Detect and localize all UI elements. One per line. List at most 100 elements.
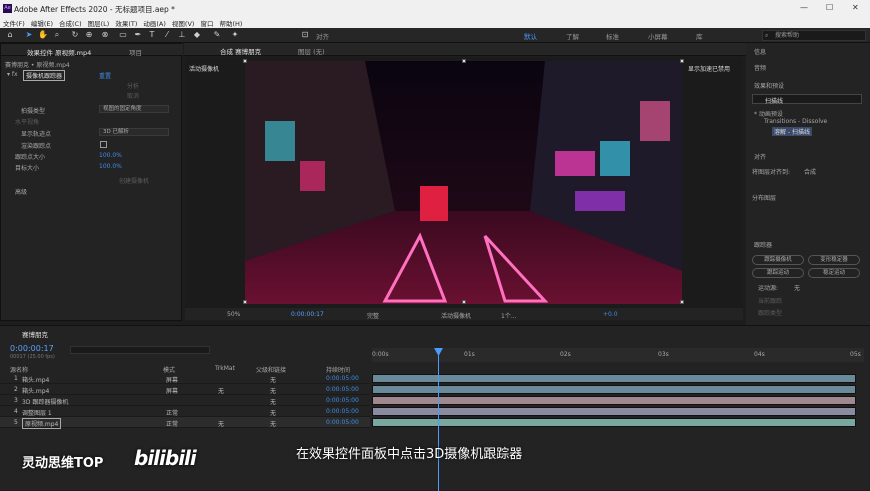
views-select[interactable]: 1个...	[501, 311, 517, 320]
brush-tool-icon[interactable]: ⁄	[162, 30, 172, 40]
pan-behind-icon[interactable]: ⊗	[100, 30, 110, 40]
effects-search-input[interactable]: 扫描线	[752, 94, 862, 105]
col-trkmat: TrkMat	[215, 365, 235, 372]
tab-timeline-comp[interactable]: 赛博朋克	[22, 329, 48, 339]
window-title: Adobe After Effects 2020 - 无标题项目.aep *	[14, 5, 175, 14]
type-tool-icon[interactable]: T	[147, 30, 157, 40]
current-time-indicator[interactable]	[438, 348, 439, 491]
audio-panel-title[interactable]: 音频	[754, 63, 766, 72]
tracker-panel-title[interactable]: 跟踪器	[754, 240, 772, 249]
ae-logo-icon: Ae	[3, 4, 12, 13]
align-panel-title[interactable]: 对齐	[754, 152, 766, 161]
advanced-section[interactable]: 高级	[15, 187, 27, 196]
city-street-image	[245, 61, 682, 304]
tab-effect-controls[interactable]: 效果控件 原视频.mp4	[27, 47, 91, 57]
frame-handle[interactable]	[680, 300, 684, 304]
track-type-label: 跟踪类型	[758, 310, 783, 317]
shoot-type-select[interactable]: 视图的固定角度	[99, 105, 169, 113]
timeline-search-input[interactable]	[70, 346, 210, 354]
layer-row[interactable]: 5 原视频.mp4 正常 无 无 0:00:05:00	[0, 417, 370, 429]
pen-tool-icon[interactable]: ✒	[133, 30, 143, 40]
layer-bar[interactable]	[372, 374, 856, 383]
show-points-select[interactable]: 3D 已解析	[99, 128, 169, 136]
title-bar: Ae Adobe After Effects 2020 - 无标题项目.aep …	[0, 0, 870, 17]
cancel-button[interactable]: 取消	[127, 91, 139, 100]
minimize-icon[interactable]: —	[800, 3, 808, 12]
warp-stabilizer-button[interactable]: 变形稳定器	[808, 255, 860, 265]
track-motion-button[interactable]: 跟踪运动	[752, 268, 804, 278]
align-to-select[interactable]: 合成	[804, 167, 816, 176]
stamp-tool-icon[interactable]: ⊥	[177, 30, 187, 40]
exposure-value[interactable]: +0.0	[603, 311, 618, 318]
frame-handle[interactable]	[462, 300, 466, 304]
motion-source-select[interactable]: 无	[794, 283, 800, 292]
distribute-layers-label: 分布图层	[752, 195, 777, 202]
tab-composition[interactable]: 合成 赛博朋克	[220, 46, 261, 56]
layer-row[interactable]: 2 箱头.mp4 屏幕 无 无 0:00:05:00	[0, 384, 370, 395]
rotate-tool-icon[interactable]: ↻	[70, 30, 80, 40]
viewer-timecode[interactable]: 0:00:00:17	[291, 311, 324, 318]
zoom-select[interactable]: 50%	[227, 311, 240, 318]
render-points-checkbox[interactable]	[100, 141, 107, 148]
time-ruler[interactable]: 0:00s 01s 02s 03s 04s 05s	[372, 348, 864, 362]
maximize-icon[interactable]: ☐	[826, 3, 833, 12]
current-track-label: 当前跟踪	[758, 298, 783, 305]
quality-select[interactable]: 完整	[367, 311, 379, 320]
effects-presets-title[interactable]: 效果和预设	[754, 81, 784, 90]
camera-select[interactable]: 活动摄像机	[441, 311, 471, 320]
frame-handle[interactable]	[462, 59, 466, 63]
layer-row[interactable]: 4 调整图层 1 正常 无 0:00:05:00	[0, 406, 370, 417]
video-frame	[245, 61, 682, 304]
zoom-tool-icon[interactable]: ⌕	[52, 30, 62, 40]
layer-bar[interactable]	[372, 418, 856, 427]
reset-link[interactable]: 重置	[99, 71, 111, 80]
right-panels: 信息 音频 效果和预设 扫描线 * 动画预设 Transitions - Dis…	[746, 43, 870, 363]
camera-tool-icon[interactable]: ⊕	[84, 30, 94, 40]
point-size-value[interactable]: 100.0%	[99, 152, 122, 159]
frame-handle[interactable]	[680, 59, 684, 63]
frame-handle[interactable]	[243, 59, 247, 63]
layer-row[interactable]: 1 箱头.mp4 屏幕 无 0:00:05:00	[0, 373, 370, 384]
workspace-small-screen[interactable]: 小屏幕	[648, 31, 668, 41]
timeline-timecode[interactable]: 0:00:00:17	[10, 344, 54, 353]
active-camera-label: 活动摄像机	[189, 66, 220, 73]
workspace-learn[interactable]: 了解	[566, 31, 579, 41]
tree-dissolve-scanline[interactable]: 溶解 - 扫描线	[772, 127, 812, 136]
layer-row[interactable]: 3 3D 跟踪器摄像机 无 0:00:05:00	[0, 395, 370, 406]
info-panel-title[interactable]: 信息	[754, 47, 766, 56]
workspace-standard[interactable]: 标准	[606, 31, 619, 41]
frame-handle[interactable]	[243, 300, 247, 304]
help-search-input[interactable]: ⌕ 搜索帮助	[762, 30, 866, 41]
stabilize-motion-button[interactable]: 稳定运动	[808, 268, 860, 278]
camera-tracker-effect-name[interactable]: 摄像机跟踪器	[23, 70, 66, 81]
layer-bar[interactable]	[372, 407, 856, 416]
show-points-label: 显示轨迹点	[21, 131, 52, 138]
close-icon[interactable]: ✕	[852, 3, 859, 12]
motion-source-label: 运动源:	[758, 285, 779, 292]
puppet-tool-icon[interactable]: ✦	[230, 30, 240, 40]
target-size-value[interactable]: 100.0%	[99, 163, 122, 170]
layer-bar[interactable]	[372, 396, 856, 405]
align-label: 对齐	[316, 33, 329, 41]
tree-animation-presets[interactable]: * 动画预设	[754, 109, 783, 118]
workspace-library[interactable]: 库	[696, 31, 703, 41]
selection-tool-icon[interactable]: ➤	[24, 30, 34, 40]
hand-tool-icon[interactable]: ✋	[38, 30, 48, 40]
viewer-tab-bar: 合成 赛博朋克 图层 (无)	[184, 43, 746, 56]
analyze-button[interactable]: 分析	[127, 81, 139, 90]
home-icon[interactable]: ⌂	[5, 30, 15, 40]
roto-brush-icon[interactable]: ✎	[212, 30, 222, 40]
rectangle-tool-icon[interactable]: ▭	[118, 30, 128, 40]
tab-project[interactable]: 项目	[129, 47, 142, 57]
snap-icon[interactable]: ⊡	[300, 30, 310, 40]
workspace-default[interactable]: 默认	[524, 31, 537, 41]
layer-bar[interactable]	[372, 385, 856, 394]
channel-watermark: 灵动思维TOP	[22, 456, 104, 471]
eraser-tool-icon[interactable]: ◆	[192, 30, 202, 40]
shoot-type-label: 拍摄类型	[21, 108, 46, 115]
tree-transitions-folder[interactable]: Transitions - Dissolve	[764, 118, 827, 125]
create-camera-button[interactable]: 创建摄像机	[119, 176, 149, 185]
effect-controls-panel: 效果控件 原视频.mp4 项目 赛博朋克 • 原视频.mp4 ▾ fx 摄像机跟…	[0, 43, 183, 321]
track-camera-button[interactable]: 跟踪摄像机	[752, 255, 804, 265]
tab-layer[interactable]: 图层 (无)	[298, 46, 325, 56]
